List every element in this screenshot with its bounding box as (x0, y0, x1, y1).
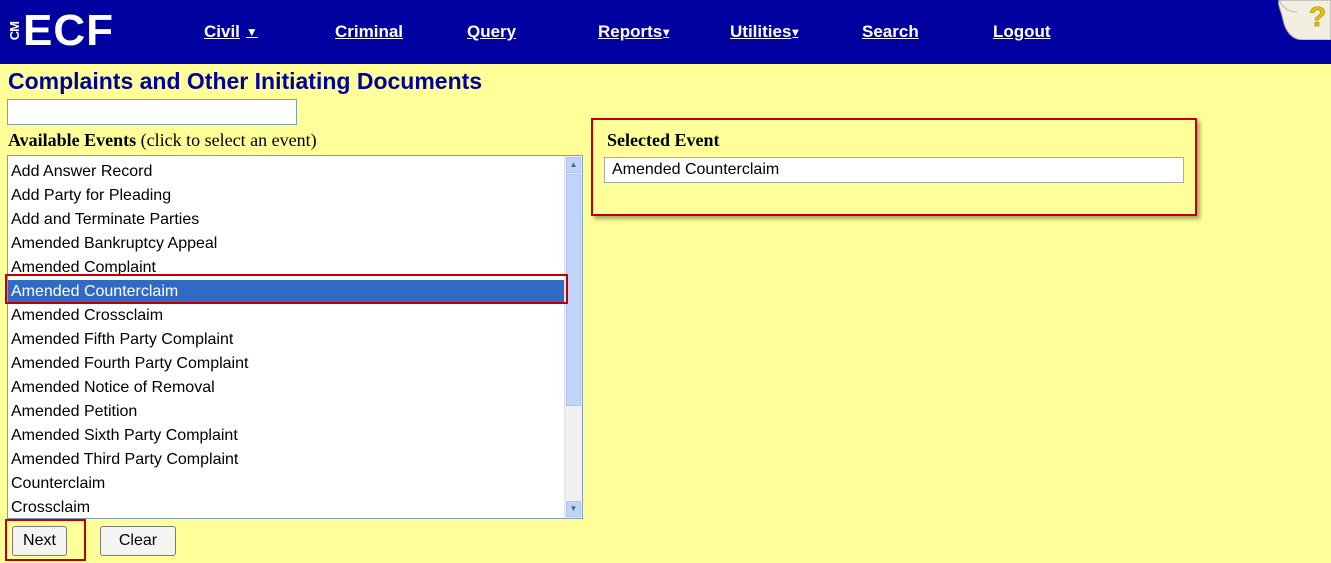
list-item[interactable]: Amended Petition (8, 400, 566, 424)
list-item[interactable]: Amended Bankruptcy Appeal (8, 232, 566, 256)
nav-query[interactable]: Query (467, 0, 516, 64)
list-item[interactable]: Amended Third Party Complaint (8, 448, 566, 472)
scroll-down-icon[interactable]: ▼ (566, 501, 581, 517)
nav-query-label: Query (467, 22, 517, 41)
list-item[interactable]: Add Party for Pleading (8, 184, 566, 208)
nav-civil-label: Civil (204, 22, 240, 41)
page-title: Complaints and Other Initiating Document… (8, 68, 483, 94)
list-scrollbar[interactable]: ▲ ▼ (564, 156, 582, 518)
svg-text:?: ? (1309, 1, 1326, 32)
event-filter-input[interactable] (7, 99, 297, 125)
list-item[interactable]: Counterclaim (8, 472, 566, 496)
help-question-icon[interactable]: ? (1273, 0, 1331, 40)
nav-search-label: Search (862, 22, 919, 41)
nav-criminal[interactable]: Criminal (335, 0, 403, 64)
available-events-label: Available Events (click to select an eve… (8, 130, 317, 151)
clear-button[interactable]: Clear (100, 526, 176, 556)
selected-event-label: Selected Event (607, 130, 720, 150)
list-item[interactable]: Add Answer Record (8, 160, 566, 184)
selected-event-value[interactable]: Amended Counterclaim (604, 157, 1184, 183)
list-item[interactable]: Amended Crossclaim (8, 304, 566, 328)
logo-prefix: CM (7, 21, 22, 41)
available-events-hint: (click to select an event) (140, 130, 317, 150)
nav-logout-label: Logout (993, 22, 1051, 41)
selected-item-highlight (5, 274, 568, 304)
list-item[interactable]: Crossclaim (8, 496, 566, 518)
chevron-down-icon: ▾ (792, 25, 799, 39)
nav-search[interactable]: Search (862, 0, 919, 64)
chevron-down-icon: ▾ (663, 25, 670, 39)
available-events-title: Available Events (8, 130, 137, 150)
nav-reports[interactable]: Reports ▾ (598, 0, 669, 64)
event-items: Add Answer Record Add Party for Pleading… (8, 160, 566, 518)
available-events-list[interactable]: Add Answer Record Add Party for Pleading… (7, 155, 583, 519)
list-item[interactable]: Amended Fourth Party Complaint (8, 352, 566, 376)
nav-utilities[interactable]: Utilities ▾ (730, 0, 798, 64)
cmecf-logo[interactable]: CM ECF (7, 2, 114, 60)
next-button-highlight (5, 519, 86, 561)
logo-text: ECF (23, 6, 114, 55)
nav-logout[interactable]: Logout (993, 0, 1051, 64)
scrollbar-thumb[interactable] (566, 174, 581, 406)
list-item[interactable]: Add and Terminate Parties (8, 208, 566, 232)
chevron-down-icon: ▼ (245, 25, 258, 39)
scroll-up-icon[interactable]: ▲ (566, 157, 581, 173)
nav-criminal-label: Criminal (335, 22, 404, 41)
list-item[interactable]: Amended Fifth Party Complaint (8, 328, 566, 352)
nav-reports-label: Reports (598, 22, 663, 41)
list-item[interactable]: Amended Sixth Party Complaint (8, 424, 566, 448)
nav-civil[interactable]: Civil ▼ (204, 0, 258, 64)
top-nav-bar: CM ECF Civil ▼ Criminal Query Reports ▾ Ut… (0, 0, 1331, 64)
nav-utilities-label: Utilities (730, 22, 792, 41)
list-item[interactable]: Amended Notice of Removal (8, 376, 566, 400)
